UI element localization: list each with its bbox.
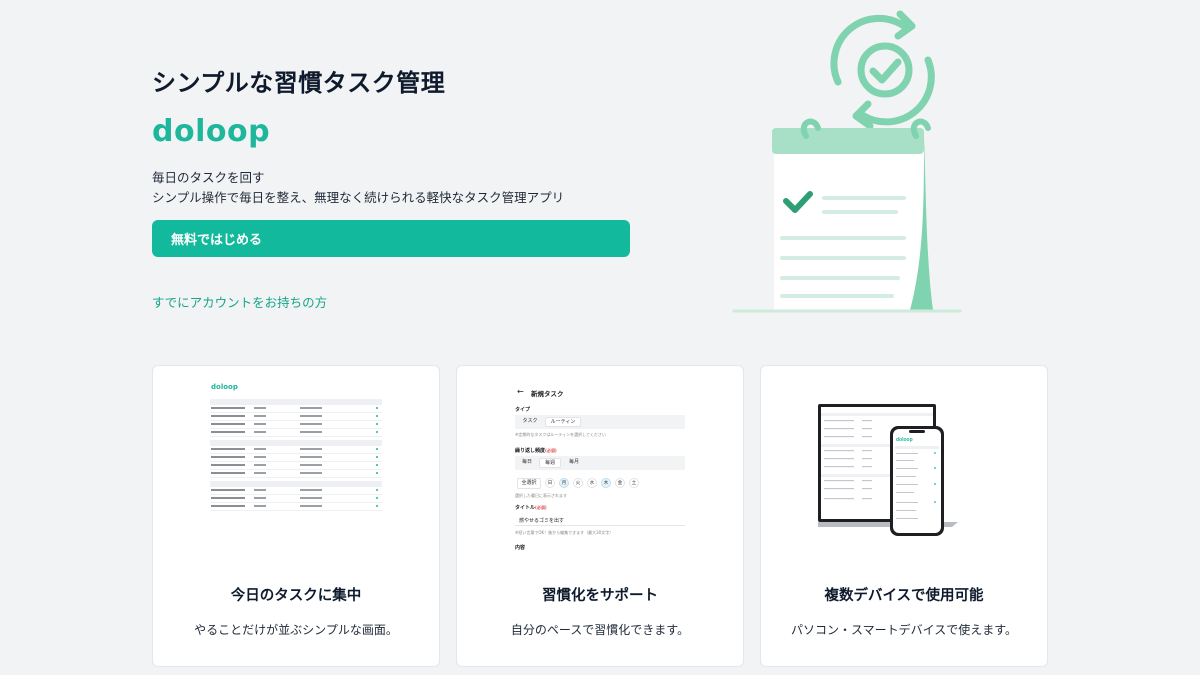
preview-day: 金 <box>615 478 625 488</box>
login-link[interactable]: すでにアカウントをお持ちの方 <box>152 292 327 311</box>
hero-illustration <box>728 8 968 318</box>
feature-card-habit: ← 新規タスク タイプ タスク ルーティン ※定期的なタスクはルーティンを選択し… <box>456 365 744 667</box>
feature-card-focus: doloop 今日のタスクに集中 やることだけが並ぶシンプルな画面。 <box>152 365 440 667</box>
preview-day: 日 <box>545 478 555 488</box>
brand-logo: doloop <box>152 114 271 149</box>
list-item <box>210 487 382 495</box>
preview-title-hint: ※短い言葉でOK！後から編集できます（最大30文字） <box>515 530 614 535</box>
preview-title-value: 燃やせるゴミを出す <box>519 518 565 524</box>
hero-tagline: シンプルな習慣タスク管理 <box>152 69 446 97</box>
feature-description: パソコン・スマートデバイスで使えます。 <box>790 623 1018 637</box>
list-item <box>210 413 382 421</box>
preview-day: 木 <box>601 478 611 488</box>
preview-content-label: 内容 <box>515 545 526 551</box>
start-free-button[interactable]: 無料ではじめる <box>152 220 630 257</box>
devices-preview: doloop <box>812 380 990 552</box>
list-item <box>210 429 382 437</box>
devices-illustration: doloop <box>812 404 958 536</box>
feature-card-devices: doloop 複数デバイスで使用可能 パソコン・スマートデバイスで使えます。 <box>760 365 1048 667</box>
list-item <box>210 454 382 462</box>
preview-select-all: 全選択 <box>517 478 541 489</box>
preview-freq-option: 毎日 <box>521 459 532 465</box>
refresh-check-icon <box>830 10 935 130</box>
preview-day: 月 <box>559 478 569 488</box>
feature-description: やることだけが並ぶシンプルな画面。 <box>194 623 398 637</box>
list-item <box>210 495 382 503</box>
preview-logo: doloop <box>211 383 238 391</box>
list-item <box>210 462 382 470</box>
feature-title: 習慣化をサポート <box>542 588 658 604</box>
preview-logo: doloop <box>896 437 913 443</box>
preview-title-label: タイトル(必須) <box>515 505 547 511</box>
list-item <box>210 405 382 413</box>
preview-day: 土 <box>629 478 639 488</box>
today-list-preview: doloop <box>210 380 382 552</box>
preview-type-hint: ※定期的なタスクはルーティンを選択してください <box>515 432 606 437</box>
list-item <box>210 446 382 454</box>
preview-type-option: ルーティン <box>545 417 581 427</box>
preview-header: 新規タスク <box>531 390 564 398</box>
preview-freq-option: 毎週 <box>539 458 561 468</box>
hero-description-line2: シンプル操作で毎日を整え、無理なく続けられる軽快なタスク管理アプリ <box>152 190 565 205</box>
preview-days-hint: 選択した曜日に表示されます <box>515 493 567 498</box>
preview-freq-label: 繰り返し頻度(必須) <box>515 448 557 454</box>
feature-title: 複数デバイスで使用可能 <box>824 588 984 604</box>
preview-type-option: タスク <box>522 418 538 424</box>
calendar-checklist-icon <box>732 10 962 313</box>
preview-type-label: タイプ <box>515 407 531 413</box>
hero-description: 毎日のタスクを回す シンプル操作で毎日を整え、無理なく続けられる軽快なタスク管理… <box>152 168 632 208</box>
hero-section: シンプルな習慣タスク管理 doloop 毎日のタスクを回す シンプル操作で毎日を… <box>152 66 632 311</box>
feature-description: 自分のペースで習慣化できます。 <box>510 623 690 637</box>
preview-day: 火 <box>573 478 583 488</box>
preview-freq-option: 毎月 <box>568 459 579 465</box>
list-item <box>210 421 382 429</box>
hero-description-line1: 毎日のタスクを回す <box>152 170 265 185</box>
list-item <box>210 470 382 478</box>
list-item <box>210 503 382 511</box>
feature-title: 今日のタスクに集中 <box>230 588 362 604</box>
new-task-preview: ← 新規タスク タイプ タスク ルーティン ※定期的なタスクはルーティンを選択し… <box>515 380 685 552</box>
preview-day: 水 <box>587 478 597 488</box>
back-arrow-icon: ← <box>517 387 524 396</box>
